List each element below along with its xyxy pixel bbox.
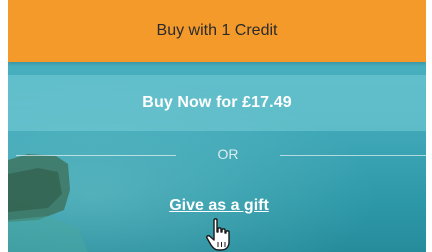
or-label: OR [217, 146, 239, 162]
page-margin [426, 0, 432, 252]
buy-with-credit-label: Buy with 1 Credit [156, 22, 278, 39]
background-cliff [8, 154, 88, 252]
buy-now-label: Buy Now for £17.49 [142, 94, 292, 111]
hand-pointer-icon [206, 218, 230, 251]
buy-now-button[interactable]: Buy Now for £17.49 [8, 75, 426, 131]
divider-line-left [16, 155, 176, 156]
buy-with-credit-button[interactable]: Buy with 1 Credit [8, 0, 426, 62]
give-as-gift-link[interactable]: Give as a gift [164, 197, 274, 215]
or-divider: OR [8, 145, 426, 165]
divider-line-right [280, 155, 426, 156]
purchase-panel: Buy with 1 Credit Buy Now for £17.49 OR … [8, 0, 426, 252]
